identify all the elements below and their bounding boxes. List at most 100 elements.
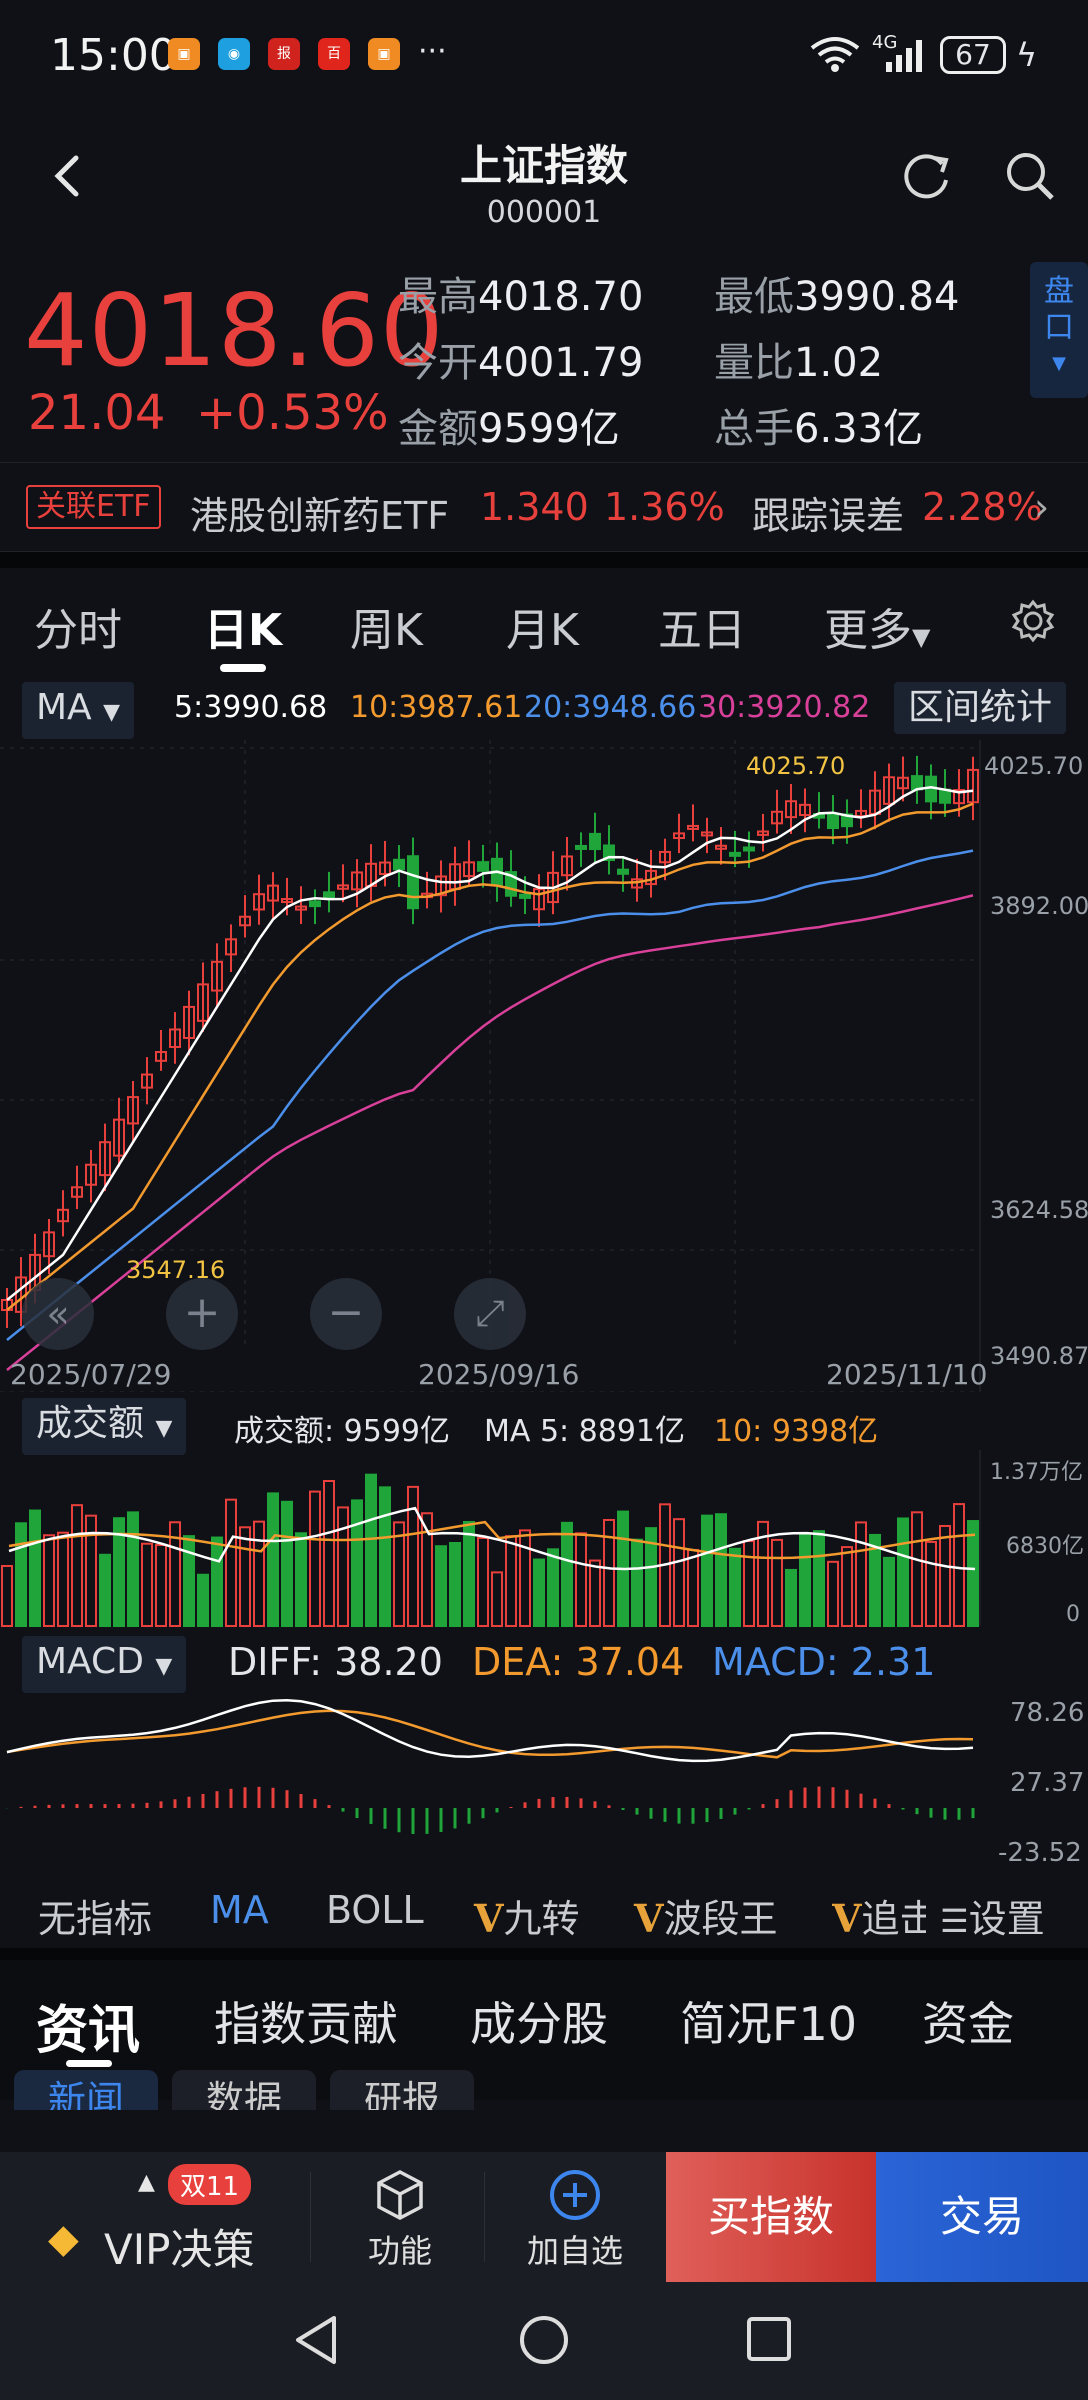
candlestick-chart[interactable] [0, 740, 1088, 1392]
tab-index-contribution[interactable]: 指数贡献 [214, 1988, 398, 2054]
change-value: 21.04 [28, 385, 166, 441]
volume-bar [687, 1548, 699, 1627]
scroll-left-button[interactable]: « [22, 1278, 94, 1350]
stat-value: 3990.84 [794, 274, 960, 320]
wifi-icon [808, 34, 862, 83]
volume-chart [1, 1450, 981, 1628]
tab-f10[interactable]: 简况F10 [680, 1988, 857, 2054]
tab-monthly-k[interactable]: 月K [506, 594, 579, 658]
price-axis-label: 3892.00 [990, 892, 1088, 920]
buy-index-button[interactable]: 买指数 [666, 2152, 876, 2282]
macd-dea: DEA: 37.04 [472, 1640, 685, 1684]
nav-recents-button[interactable] [744, 2314, 794, 2368]
subtab-news[interactable]: 新闻 [14, 2070, 158, 2110]
stat-label: 量比 [714, 340, 794, 386]
pankou-label: 盘 [1044, 274, 1074, 309]
etf-price: 1.340 [480, 485, 589, 529]
candle-body [323, 891, 335, 900]
add-watchlist-button[interactable]: 加自选 [500, 2152, 650, 2282]
tab-ma[interactable]: MA [210, 1888, 269, 1932]
tab-funds[interactable]: 资金 [922, 1988, 1014, 2054]
volume-bar [295, 1532, 307, 1627]
volume-bar [197, 1573, 209, 1627]
tab-zhuiji[interactable]: V追击 [832, 1888, 926, 1943]
macd-selector[interactable]: MACD ▼ [22, 1636, 187, 1693]
zoom-in-button[interactable]: + [166, 1278, 238, 1350]
etf-percent: 1.36% [604, 485, 725, 529]
stat-value: 1.02 [794, 340, 884, 386]
related-etf-bar[interactable]: 关联ETF 港股创新药ETF 1.340 1.36% 跟踪误差 2.28% › [0, 462, 1088, 552]
tab-news[interactable]: 资讯 [36, 1988, 140, 2063]
triangle-down-icon: ▼ [155, 1416, 173, 1441]
tab-jiuzhuan[interactable]: V九转 [474, 1888, 580, 1943]
fullscreen-button[interactable]: ⤢ [454, 1278, 526, 1350]
ma-selector-label: MA [36, 687, 92, 728]
tab-five-day[interactable]: 五日 [658, 594, 746, 658]
tab-constituents[interactable]: 成分股 [470, 1988, 608, 2054]
track-error-value: 2.28% [922, 485, 1043, 529]
current-price: 4018.60 [24, 272, 445, 389]
tab-fenshi[interactable]: 分时 [34, 594, 122, 658]
ma-selector[interactable]: MA ▼ [22, 682, 135, 739]
volume-bar [701, 1514, 713, 1627]
trade-button[interactable]: 交易 [876, 2152, 1088, 2282]
tab-daily-k[interactable]: 日K [204, 594, 282, 658]
volume-bar [589, 1559, 601, 1627]
etf-name: 港股创新药ETF [190, 494, 450, 538]
candle-body [393, 858, 405, 871]
nav-back-button[interactable] [290, 2312, 342, 2372]
chevron-right-icon: › [1034, 485, 1050, 529]
divider [0, 552, 1088, 568]
system-navigation-bar [0, 2282, 1088, 2400]
tab-boduanwang[interactable]: V波段王 [634, 1888, 778, 1943]
indicator-settings-button[interactable]: ☰设置 [936, 1888, 1045, 1943]
volume-bar [309, 1490, 321, 1627]
function-button[interactable]: 功能 [330, 2152, 470, 2282]
volume-axis-label: 0 [1066, 1602, 1080, 1627]
range-stats-button[interactable]: 区间统计 [894, 682, 1067, 734]
volume-ma5-line [8, 1506, 976, 1571]
volume-bar [15, 1522, 27, 1627]
volume-bar [841, 1546, 853, 1627]
pankou-button[interactable]: 盘 口 ▼ [1030, 262, 1088, 398]
add-watchlist-label: 加自选 [526, 2232, 623, 2270]
volume-bar [729, 1547, 741, 1627]
v-icon: V [832, 1896, 862, 1941]
volume-bar [211, 1536, 223, 1627]
volume-bar [225, 1498, 237, 1627]
volume-bar [533, 1558, 545, 1627]
tab-weekly-k[interactable]: 周K [350, 594, 423, 658]
zoom-out-button[interactable]: − [310, 1278, 382, 1350]
chart-settings-button[interactable] [1010, 598, 1056, 648]
volume-bar [631, 1538, 643, 1627]
volume-ma10: 10: 9398亿 [714, 1414, 879, 1449]
nav-home-button[interactable] [516, 2312, 572, 2372]
macd-axis-label: 78.26 [1010, 1698, 1085, 1728]
volume-axis-label: 6830亿 [1006, 1534, 1084, 1559]
subtab-data[interactable]: 数据 [172, 2070, 316, 2110]
price-axis-label: 4025.70 [984, 752, 1084, 780]
subtab-research[interactable]: 研报 [330, 2070, 474, 2110]
tab-boll[interactable]: BOLL [326, 1888, 424, 1932]
candle-body [729, 851, 741, 857]
status-bar: 15:00 ▣ ◉ 报 百 ▣ ··· 4G 67 ϟ [0, 0, 1088, 110]
volume-bar [57, 1531, 69, 1627]
active-section-indicator [66, 2060, 112, 2067]
volume-bar [141, 1542, 153, 1627]
candle-body [575, 844, 587, 850]
tab-no-indicator[interactable]: 无指标 [38, 1888, 152, 1943]
divider [310, 2172, 311, 2262]
stat-label: 最高 [398, 274, 478, 320]
macd-diff: DIFF: 38.20 [228, 1640, 443, 1684]
volume-bar [29, 1509, 41, 1628]
square-recents-icon [747, 2317, 791, 2361]
volume-bar [827, 1560, 839, 1627]
vip-button[interactable]: ▲ 双11 ◆ VIP决策 [0, 2152, 310, 2282]
volume-bar [99, 1553, 111, 1627]
tab-more[interactable]: 更多▼ [824, 594, 930, 658]
volume-bar [519, 1529, 531, 1627]
refresh-button[interactable] [896, 146, 956, 206]
ma10-line [6, 802, 974, 1311]
search-button[interactable] [1000, 146, 1060, 206]
volume-selector[interactable]: 成交额 ▼ [22, 1398, 187, 1455]
